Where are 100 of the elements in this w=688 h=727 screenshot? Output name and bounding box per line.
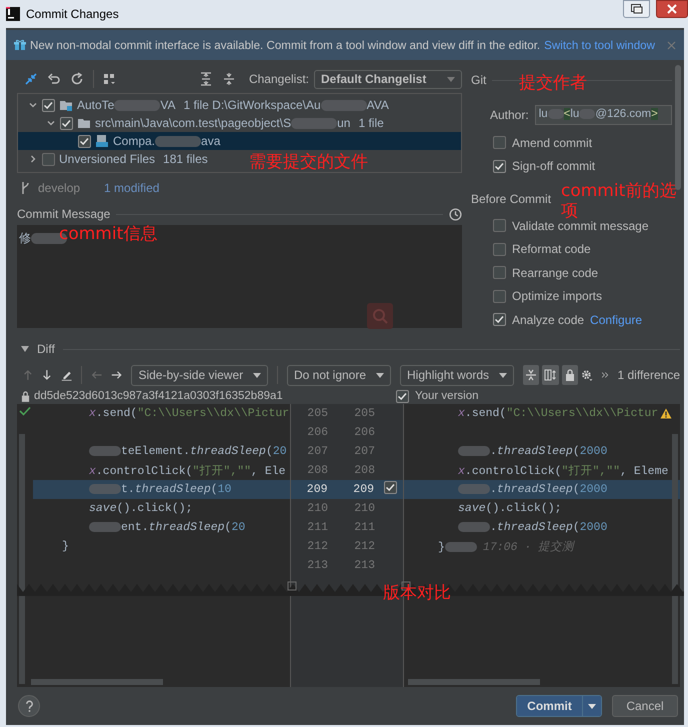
- restore-button[interactable]: [623, 0, 650, 18]
- group-icon[interactable]: [103, 72, 117, 86]
- file-name: AutoTe VA: [77, 98, 176, 112]
- more-icon[interactable]: [602, 371, 608, 379]
- tree-row[interactable]: Unversioned Files 181 files: [18, 150, 212, 168]
- checkbox[interactable]: [493, 136, 506, 150]
- checkbox[interactable]: [493, 242, 506, 256]
- caret-icon: [588, 704, 596, 708]
- file-info: 1 file: [358, 116, 384, 130]
- check-icon: [19, 406, 31, 416]
- cancel-button[interactable]: Cancel: [612, 695, 678, 717]
- close-button[interactable]: [656, 0, 688, 18]
- gift-icon: [14, 39, 26, 51]
- line-number: 206: [353, 426, 375, 439]
- code-line: save().click();: [89, 502, 193, 515]
- line-number: 210: [306, 502, 328, 515]
- chevron-icon[interactable]: [28, 154, 38, 164]
- chevron-icon[interactable]: [46, 118, 56, 128]
- annotation-text: 版本对比: [383, 584, 451, 604]
- file-name: Unversioned Files: [59, 152, 156, 166]
- checkbox[interactable]: [493, 160, 506, 173]
- close-icon: [667, 4, 677, 14]
- diff-arrows-icon[interactable]: [24, 72, 38, 86]
- lock-button[interactable]: [562, 365, 578, 385]
- checkbox[interactable]: [78, 134, 91, 148]
- changelist-label: Changelist:: [248, 72, 309, 86]
- checkbox[interactable]: [493, 290, 506, 303]
- arrow-right-icon[interactable]: [111, 369, 122, 381]
- option-label: Rearrange code: [512, 266, 598, 280]
- line-number: 207: [353, 445, 375, 458]
- restore-icon: [630, 4, 642, 14]
- modified-link[interactable]: 1 modified: [104, 181, 160, 195]
- search-icon: [367, 303, 393, 329]
- expand-all-icon[interactable]: [198, 72, 213, 86]
- highlight-dropdown[interactable]: Highlight words: [400, 364, 514, 386]
- tree-row[interactable]: AutoTe VA 1 file D:\GitWorkspace\Au AVA: [18, 96, 393, 114]
- notification-text: New non-modal commit interface is available. Commit from a tool window and view diff in the editor.: [30, 38, 540, 52]
- collapse-triangle-icon[interactable]: [21, 345, 29, 353]
- ignore-dropdown[interactable]: Do not ignore: [286, 364, 392, 386]
- line-number: 212: [306, 540, 328, 553]
- commit-button[interactable]: Commit: [517, 696, 583, 716]
- code-line: t.threadSleep(10: [89, 483, 232, 496]
- code-line: teElement.threadSleep(20: [89, 445, 287, 458]
- revision-hash: dd5de523d6013c987a3f4121a0303f16352b89a1: [34, 390, 283, 402]
- history-icon[interactable]: [449, 208, 462, 220]
- line-number: 205: [353, 407, 375, 420]
- code-line: ent.threadSleep(20: [89, 521, 246, 534]
- checkbox[interactable]: [493, 266, 506, 280]
- checkbox[interactable]: [493, 219, 506, 232]
- arrow-down-icon[interactable]: [42, 368, 52, 382]
- tree-row[interactable]: src\main\Java\com.test\pageobject\S un 1 file: [18, 114, 388, 132]
- checkbox[interactable]: [493, 313, 506, 326]
- chevron-icon[interactable]: [28, 100, 38, 110]
- collapse-all-icon[interactable]: [222, 72, 236, 86]
- lock-icon: [564, 369, 575, 381]
- file-info: 1 file D:\GitWorkspace\Au AVA: [183, 98, 389, 112]
- file-info: 181 files: [163, 152, 208, 166]
- code-line: x.send("C:\\Users\\dx\\Pictur: [89, 407, 290, 420]
- scrollbar[interactable]: [31, 679, 163, 685]
- version-label: Your version: [415, 390, 479, 402]
- sync-scroll-button[interactable]: [542, 365, 559, 385]
- caret-icon: [499, 372, 508, 378]
- viewer-dropdown[interactable]: Side-by-side viewer: [131, 364, 268, 386]
- line-number: 212: [353, 540, 375, 553]
- undo-icon[interactable]: [47, 72, 61, 86]
- scrollbar[interactable]: [675, 65, 681, 190]
- module-folder-icon: [59, 98, 73, 112]
- code-line: x.controlClick("打开","", Eleme: [458, 464, 668, 478]
- line-number: 213: [353, 559, 375, 572]
- refresh-icon[interactable]: [70, 72, 84, 86]
- configure-link[interactable]: Configure: [590, 312, 642, 327]
- question-mark-icon: [24, 700, 34, 712]
- code-line: .threadSleep(2000: [458, 445, 608, 458]
- lock-icon: [21, 390, 30, 402]
- line-number: 207: [306, 445, 328, 458]
- checkbox[interactable]: [384, 481, 398, 494]
- warning-icon: [660, 408, 672, 419]
- section-title: Git: [471, 73, 486, 87]
- section-title: Before Commit: [471, 192, 552, 206]
- file-name: src\main\Java\com.test\pageobject\S un: [95, 116, 350, 130]
- author-label: Author:: [490, 108, 529, 122]
- checkbox[interactable]: [42, 98, 55, 112]
- commit-options-button[interactable]: [583, 696, 601, 716]
- code-line: x.send("C:\\Users\\dx\\Pictur: [458, 407, 658, 420]
- line-number: 208: [306, 464, 328, 477]
- line-number: 209: [306, 483, 328, 496]
- collapse-unchanged-button[interactable]: [523, 365, 540, 385]
- changelist-dropdown[interactable]: Default Changelist: [314, 70, 462, 88]
- tree-row[interactable]: Compa. ava: [18, 132, 461, 150]
- option-label: Sign-off commit: [512, 159, 596, 174]
- scrollbar[interactable]: [408, 679, 540, 685]
- author-field[interactable]: lu <lu @126.com>: [534, 105, 672, 125]
- columns-icon: [544, 369, 556, 381]
- checkbox[interactable]: [396, 390, 409, 402]
- help-button[interactable]: [18, 695, 40, 717]
- checkbox[interactable]: [42, 152, 55, 166]
- settings-icon[interactable]: [580, 368, 593, 382]
- section-title: Commit Message: [17, 207, 110, 221]
- checkbox[interactable]: [60, 116, 73, 130]
- switch-link[interactable]: Switch to tool window: [544, 38, 655, 52]
